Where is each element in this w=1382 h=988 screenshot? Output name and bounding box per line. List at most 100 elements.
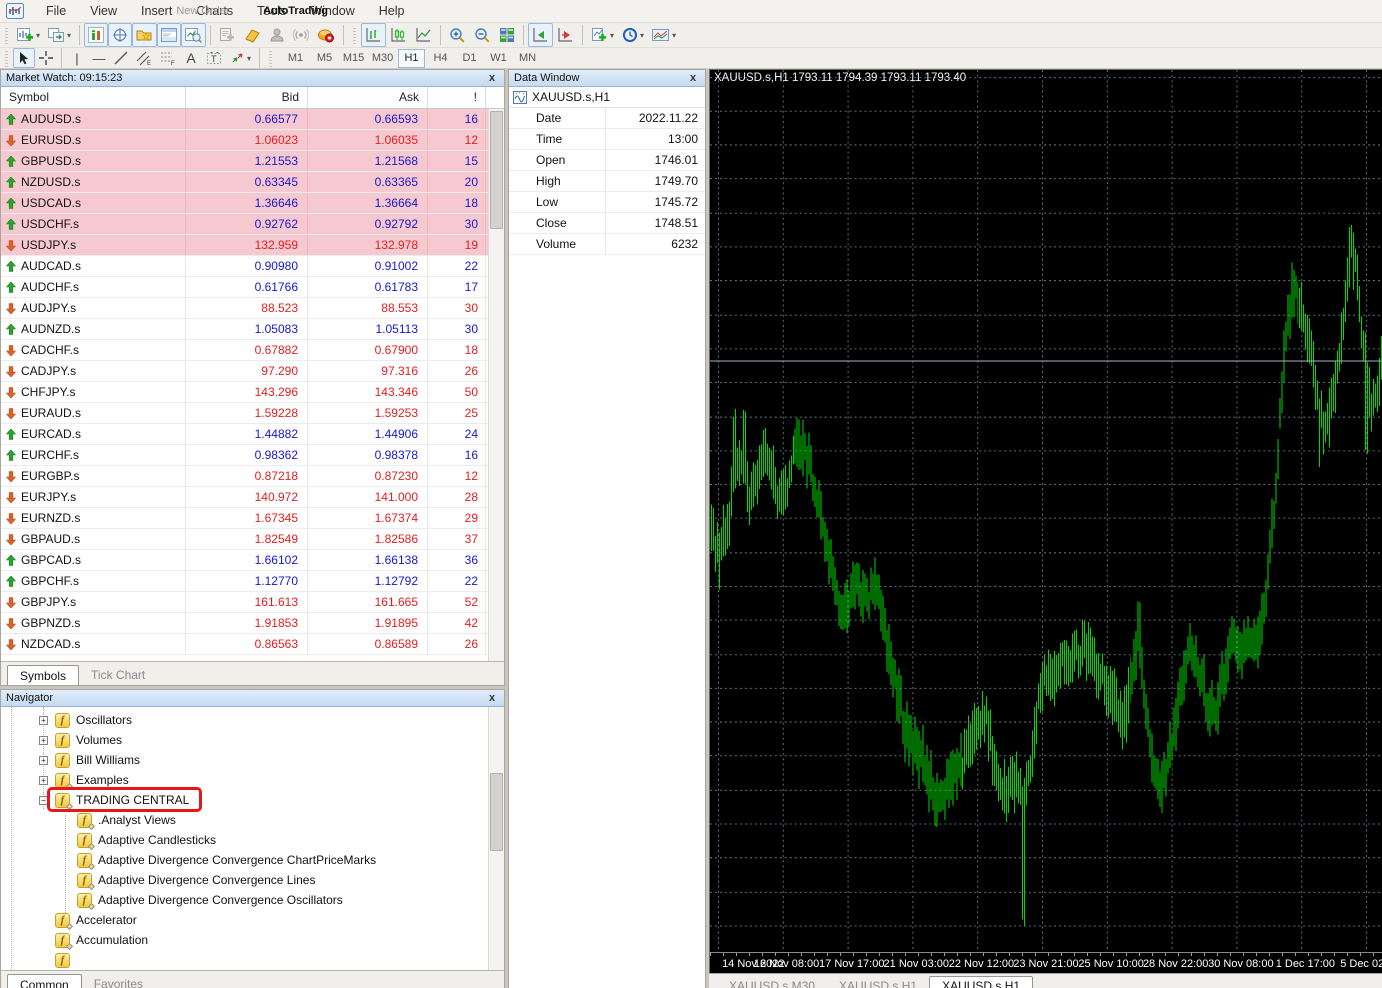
navigator-tab[interactable]: Common [7,974,82,988]
market-watch-row[interactable]: EURCAD.s 1.44882 1.44906 24 [1,424,504,445]
tree-expand-toggle[interactable]: − [39,796,48,805]
templates-button[interactable]: ▾ [648,23,680,47]
market-watch-row[interactable]: NZDUSD.s 0.63345 0.63365 20 [1,172,504,193]
strategy-tester-toggle[interactable] [181,23,206,47]
market-watch-row[interactable]: EURNZD.s 1.67345 1.67374 29 [1,508,504,529]
new-order-button[interactable]: New Order [215,23,240,47]
market-watch-row[interactable]: GBPAUD.s 1.82549 1.82586 37 [1,529,504,550]
crosshair-tool[interactable] [35,48,57,68]
navigator-item[interactable]: f Accelerator [1,910,504,930]
market-watch-row[interactable]: GBPUSD.s 1.21553 1.21568 15 [1,151,504,172]
market-watch-row[interactable]: AUDUSD.s 0.66577 0.66593 16 [1,109,504,130]
terminal-toggle[interactable] [157,23,181,47]
text-label-tool[interactable]: T [202,48,226,68]
navigator-item[interactable]: + f Oscillators [1,710,504,730]
market-watch-tab[interactable]: Tick Chart [79,665,157,685]
expert-advisors-button[interactable] [265,23,289,47]
timeframe-button[interactable]: D1 [456,49,483,68]
market-watch-row[interactable]: GBPJPY.s 161.613 161.665 52 [1,592,504,613]
periods-button[interactable]: ▾ [618,23,648,47]
navigator-item[interactable]: f Accumulation [1,930,504,950]
menu-item[interactable]: Help [367,0,417,22]
close-icon[interactable]: x [485,692,499,704]
signals-button[interactable] [289,23,313,47]
market-watch-row[interactable]: USDCHF.s 0.92762 0.92792 30 [1,214,504,235]
chart-tab[interactable]: XAUUSD.s,H1 [929,976,1033,988]
chart-tab[interactable]: XAUUSD.s,M30 [717,976,827,988]
toolbar-grip[interactable] [351,26,358,44]
column-header-spread[interactable]: ! [428,87,486,108]
menu-item[interactable]: View [78,0,129,22]
market-watch-row[interactable]: NZDCAD.s 0.86563 0.86589 26 [1,634,504,655]
timeframe-button[interactable]: M5 [311,49,338,68]
navigator-toggle[interactable] [132,23,157,47]
chart-shift-toggle[interactable] [553,23,578,47]
navigator-tab[interactable]: Favorites [82,974,155,988]
close-icon[interactable]: x [485,72,499,84]
navigator-scrollbar[interactable] [488,707,504,970]
tree-expand-toggle[interactable]: + [39,776,48,785]
timeframe-button[interactable]: H1 [398,49,425,68]
tree-expand-toggle[interactable]: + [39,736,48,745]
market-watch-row[interactable]: AUDNZD.s 1.05083 1.05113 30 [1,319,504,340]
market-watch-row[interactable]: EURJPY.s 140.972 141.000 28 [1,487,504,508]
navigator-item[interactable]: − f TRADING CENTRAL [1,790,504,810]
navigator-item[interactable]: f Adaptive Divergence Convergence Lines [1,870,504,890]
navigator-item[interactable]: f Adaptive Divergence Convergence Oscill… [1,890,504,910]
market-watch-row[interactable]: AUDCAD.s 0.90980 0.91002 22 [1,256,504,277]
market-watch-row[interactable]: AUDCHF.s 0.61766 0.61783 17 [1,277,504,298]
tile-windows-button[interactable] [495,23,519,47]
timeframe-button[interactable]: W1 [485,49,512,68]
market-watch-tab[interactable]: Symbols [7,665,79,685]
zoom-in-button[interactable] [445,23,470,47]
column-header-symbol[interactable]: Symbol [1,87,186,108]
navigator-titlebar[interactable]: Navigator x [1,690,504,707]
metaeditor-button[interactable] [240,23,265,47]
arrows-tool[interactable]: ▾ [226,48,255,68]
navigator-item[interactable]: f .Analyst Views [1,810,504,830]
market-watch-row[interactable]: GBPNZD.s 1.91853 1.91895 42 [1,613,504,634]
vertical-line-tool[interactable]: | [66,48,88,68]
horizontal-line-tool[interactable]: — [88,48,110,68]
market-watch-row[interactable]: USDJPY.s 132.959 132.978 19 [1,235,504,256]
bar-chart-button[interactable] [361,23,386,47]
trendline-tool[interactable] [110,48,132,68]
timeframe-button[interactable]: M30 [369,49,396,68]
timeframe-button[interactable]: M1 [282,49,309,68]
market-watch-toggle[interactable] [84,23,108,47]
market-watch-row[interactable]: CHFJPY.s 143.296 143.346 50 [1,382,504,403]
fibonacci-tool[interactable]: F [156,48,180,68]
timeframe-button[interactable]: M15 [340,49,367,68]
scrollbar-thumb[interactable] [490,773,503,851]
profiles-button[interactable]: ▾ [44,23,75,47]
market-watch-row[interactable]: AUDJPY.s 88.523 88.553 30 [1,298,504,319]
column-header-bid[interactable]: Bid [186,87,308,108]
zoom-out-button[interactable] [470,23,495,47]
chart-plot[interactable]: XAUUSD.s,H1 1793.11 1794.39 1793.11 1793… [709,69,1382,952]
navigator-item[interactable]: f [1,950,504,970]
toolbar-grip[interactable] [267,49,274,67]
market-watch-titlebar[interactable]: Market Watch: 09:15:23 x [1,70,504,87]
market-watch-row[interactable]: EURCHF.s 0.98362 0.98378 16 [1,445,504,466]
navigator-item[interactable]: + f Bill Williams [1,750,504,770]
market-watch-row[interactable]: CADCHF.s 0.67882 0.67900 18 [1,340,504,361]
navigator-item[interactable]: + f Examples [1,770,504,790]
data-window-titlebar[interactable]: Data Window x [509,70,705,87]
toolbar-grip[interactable] [3,26,10,44]
navigator-item[interactable]: + f Volumes [1,730,504,750]
market-watch-row[interactable]: CADJPY.s 97.290 97.316 26 [1,361,504,382]
market-watch-row[interactable]: EURGBP.s 0.87218 0.87230 12 [1,466,504,487]
cursor-tool[interactable] [13,48,35,68]
navigator-item[interactable]: f Adaptive Divergence Convergence ChartP… [1,850,504,870]
chart-tab[interactable]: XAUUSD.s,H1 [827,976,929,988]
market-watch-row[interactable]: EURUSD.s 1.06023 1.06035 12 [1,130,504,151]
market-watch-row[interactable]: GBPCAD.s 1.66102 1.66138 36 [1,550,504,571]
line-chart-button[interactable] [411,23,436,47]
menu-item[interactable]: File [34,0,78,22]
scrollbar-thumb[interactable] [490,111,503,229]
candlestick-chart-button[interactable] [386,23,411,47]
market-watch-scrollbar[interactable] [488,109,504,661]
market-watch-row[interactable]: EURAUD.s 1.59228 1.59253 25 [1,403,504,424]
tree-expand-toggle[interactable]: + [39,716,48,725]
timeframe-button[interactable]: MN [514,49,541,68]
